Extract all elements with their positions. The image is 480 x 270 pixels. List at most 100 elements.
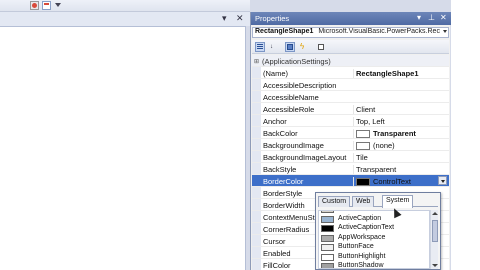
property-row[interactable]: (Name) RectangleShape1 [252, 67, 449, 79]
tab-custom[interactable]: Custom [318, 196, 351, 207]
scroll-thumb[interactable] [432, 220, 438, 242]
property-row[interactable]: BackgroundImage (none) [252, 139, 449, 151]
designer-surface[interactable] [0, 26, 246, 270]
property-row[interactable]: Anchor Top, Left [252, 115, 449, 127]
color-list-item[interactable]: AppWorkspace [319, 233, 429, 244]
color-list-item[interactable]: ActiveCaption [319, 214, 429, 225]
property-name: BackColor [263, 129, 298, 138]
property-name: AccessibleDescription [263, 81, 337, 90]
property-value[interactable]: (none) [353, 141, 449, 151]
auto-hide-pin-icon[interactable]: ⊥ [428, 13, 435, 22]
color-name: ActiveCaptionText [338, 224, 395, 231]
property-value-text: Tile [356, 153, 368, 162]
designer-toolbar [0, 0, 250, 12]
property-value[interactable]: ControlText [353, 177, 449, 187]
property-value-text: Top, Left [356, 117, 385, 126]
properties-toolbar: ↓ ϟ [252, 40, 449, 54]
property-pages-button[interactable] [316, 42, 326, 52]
color-swatch [356, 178, 370, 187]
object-selector[interactable]: RectangleShape1 Microsoft.VisualBasic.Po… [252, 27, 449, 38]
window-position-icon[interactable]: ▾ [222, 13, 227, 24]
color-name: ButtonHighlight [338, 252, 386, 260]
close-icon[interactable]: ✕ [440, 13, 447, 22]
color-swatch [356, 142, 370, 151]
close-document-icon[interactable]: ✕ [236, 13, 244, 24]
chevron-down-icon[interactable] [443, 30, 447, 33]
property-row[interactable]: BackgroundImageLayout Tile [252, 151, 449, 163]
property-value-text: ControlText [373, 177, 411, 186]
property-name: BackStyle [263, 165, 297, 174]
window-position-icon[interactable]: ▾ [417, 13, 421, 22]
tab-web[interactable]: Web [352, 196, 375, 207]
color-swatch [321, 263, 334, 268]
property-row[interactable]: AccessibleDescription [252, 79, 449, 91]
properties-title-bar[interactable]: Properties ▾ ⊥ ✕ [251, 12, 451, 25]
property-name: (ApplicationSettings) [262, 57, 331, 66]
property-value-text: RectangleShape1 [356, 69, 419, 78]
color-name: ButtonShadow [338, 262, 384, 269]
categorized-button[interactable] [255, 42, 265, 52]
property-value[interactable]: Tile [353, 153, 449, 162]
system-color-list[interactable]: ActiveBorder ActiveCaption ActiveCaptionTe… [318, 210, 430, 269]
property-value[interactable]: Transparent [353, 129, 449, 139]
expand-icon[interactable]: ⊞ [254, 58, 259, 65]
ide-window: ▾ ✕ Properties ▾ ⊥ ✕ RectangleShape1 Mic… [0, 0, 480, 270]
selected-object-type: Microsoft.VisualBasic.PowerPacks.Rec [318, 28, 440, 35]
right-background [451, 0, 480, 270]
color-list-item[interactable]: ButtonHighlight [319, 252, 429, 263]
events-icon: ϟ [300, 42, 305, 51]
property-name: BackgroundImageLayout [263, 153, 347, 162]
color-swatch [321, 211, 334, 213]
properties-icon [287, 44, 293, 50]
color-name: ActiveCaption [338, 214, 382, 222]
property-pages-icon [318, 44, 324, 50]
color-tabs: Custom Web System [318, 195, 438, 208]
property-name: AccessibleRole [263, 105, 315, 114]
property-name: AccessibleName [263, 93, 319, 102]
properties-button[interactable] [285, 42, 295, 52]
property-value-text: (none) [373, 141, 395, 150]
color-swatch [321, 244, 334, 251]
property-row[interactable]: AccessibleName [252, 91, 449, 103]
property-value[interactable]: Client [353, 105, 449, 114]
color-name: ButtonFace [338, 243, 374, 250]
property-row[interactable]: BackStyle Transparent [252, 163, 449, 175]
color-swatch [321, 253, 334, 261]
alphabetical-button[interactable]: ↓ [268, 42, 278, 52]
property-row[interactable]: BorderColor ControlText [252, 175, 449, 187]
property-row[interactable]: BackColor Transparent [252, 127, 449, 139]
color-list-item[interactable]: ActiveCaptionText [319, 224, 429, 234]
color-swatch [321, 225, 334, 232]
color-name: AppWorkspace [338, 233, 386, 241]
color-swatch [321, 234, 334, 242]
property-value[interactable]: RectangleShape1 [353, 69, 449, 78]
property-name: BackgroundImage [263, 141, 324, 150]
properties-title: Properties [255, 14, 290, 23]
property-name: BorderColor [263, 177, 304, 186]
color-list-item[interactable]: ButtonFace [319, 243, 429, 253]
property-value-text: Transparent [373, 129, 416, 138]
color-picker-dropdown: Custom Web System ActiveBorder ActiveCapt… [315, 192, 441, 270]
color-list-item[interactable]: ButtonShadow [319, 262, 429, 269]
property-name: (Name) [263, 69, 289, 78]
property-value-text: Transparent [356, 165, 397, 174]
toolbar-dropdown-icon[interactable] [55, 3, 61, 7]
document-header: ▾ ✕ [0, 12, 250, 26]
property-row[interactable]: AccessibleRole Client [252, 103, 449, 115]
events-button[interactable]: ϟ [298, 42, 308, 52]
form-tool-icon[interactable] [42, 1, 51, 10]
color-list-scrollbar[interactable] [430, 210, 438, 269]
shape-tool-icon[interactable] [30, 1, 39, 10]
property-value[interactable]: Top, Left [353, 117, 449, 126]
selected-object-name: RectangleShape1 [255, 28, 314, 35]
property-value-text: Client [356, 105, 376, 114]
color-swatch [321, 215, 334, 223]
scroll-down-icon[interactable] [432, 264, 438, 267]
categorized-icon [257, 44, 263, 50]
color-swatch [356, 130, 370, 139]
property-category-row[interactable]: ⊞ (ApplicationSettings) [252, 55, 449, 67]
value-dropdown-button[interactable] [438, 176, 447, 185]
color-name: ActiveBorder [338, 211, 378, 212]
property-value[interactable]: Transparent [353, 165, 449, 174]
scroll-up-icon[interactable] [432, 212, 438, 215]
